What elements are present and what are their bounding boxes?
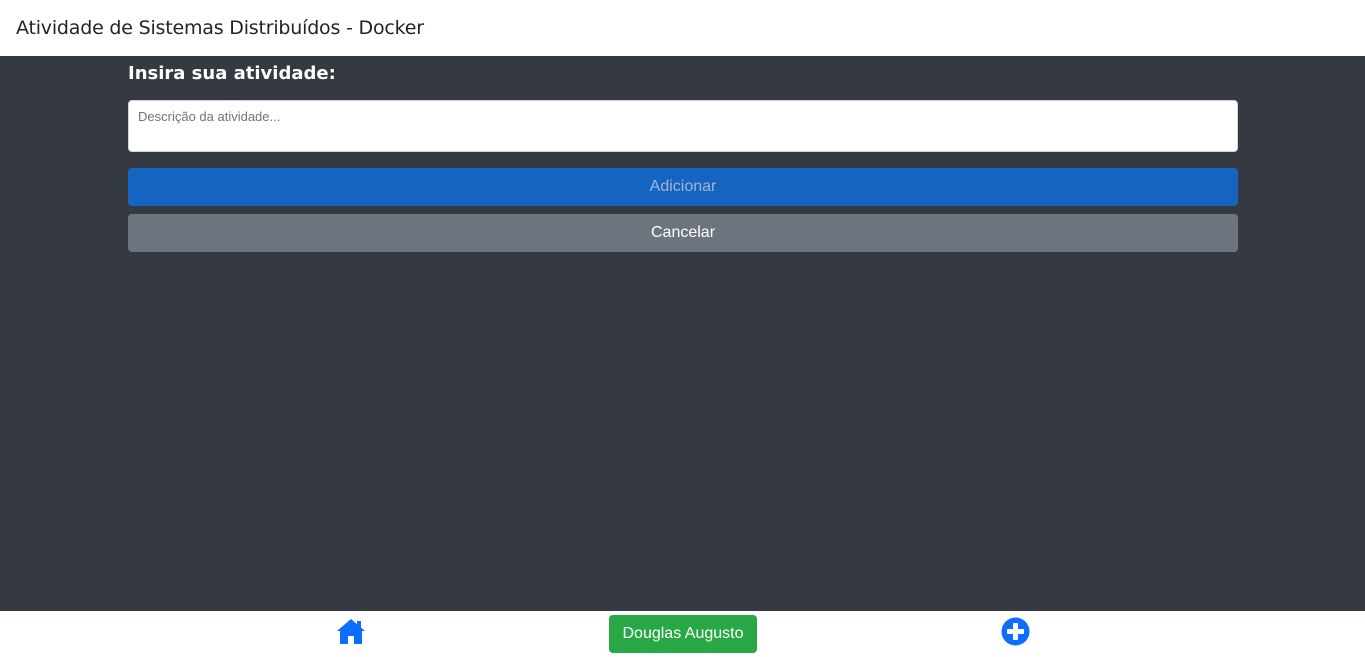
cancel-button[interactable]: Cancelar	[128, 214, 1238, 252]
form-heading: Insira sua atividade:	[128, 63, 336, 84]
bottom-navbar: Douglas Augusto	[0, 611, 1365, 657]
add-button[interactable]: Adicionar	[128, 168, 1238, 206]
user-name-button[interactable]: Douglas Augusto	[609, 615, 757, 653]
plus-circle-icon[interactable]	[1001, 617, 1030, 646]
main-content: Insira sua atividade: Adicionar Cancelar	[0, 56, 1365, 611]
top-navbar: Atividade de Sistemas Distribuídos - Doc…	[0, 0, 1365, 56]
app-title: Atividade de Sistemas Distribuídos - Doc…	[16, 17, 424, 39]
activity-description-input[interactable]	[128, 100, 1238, 152]
home-icon[interactable]	[336, 618, 366, 645]
